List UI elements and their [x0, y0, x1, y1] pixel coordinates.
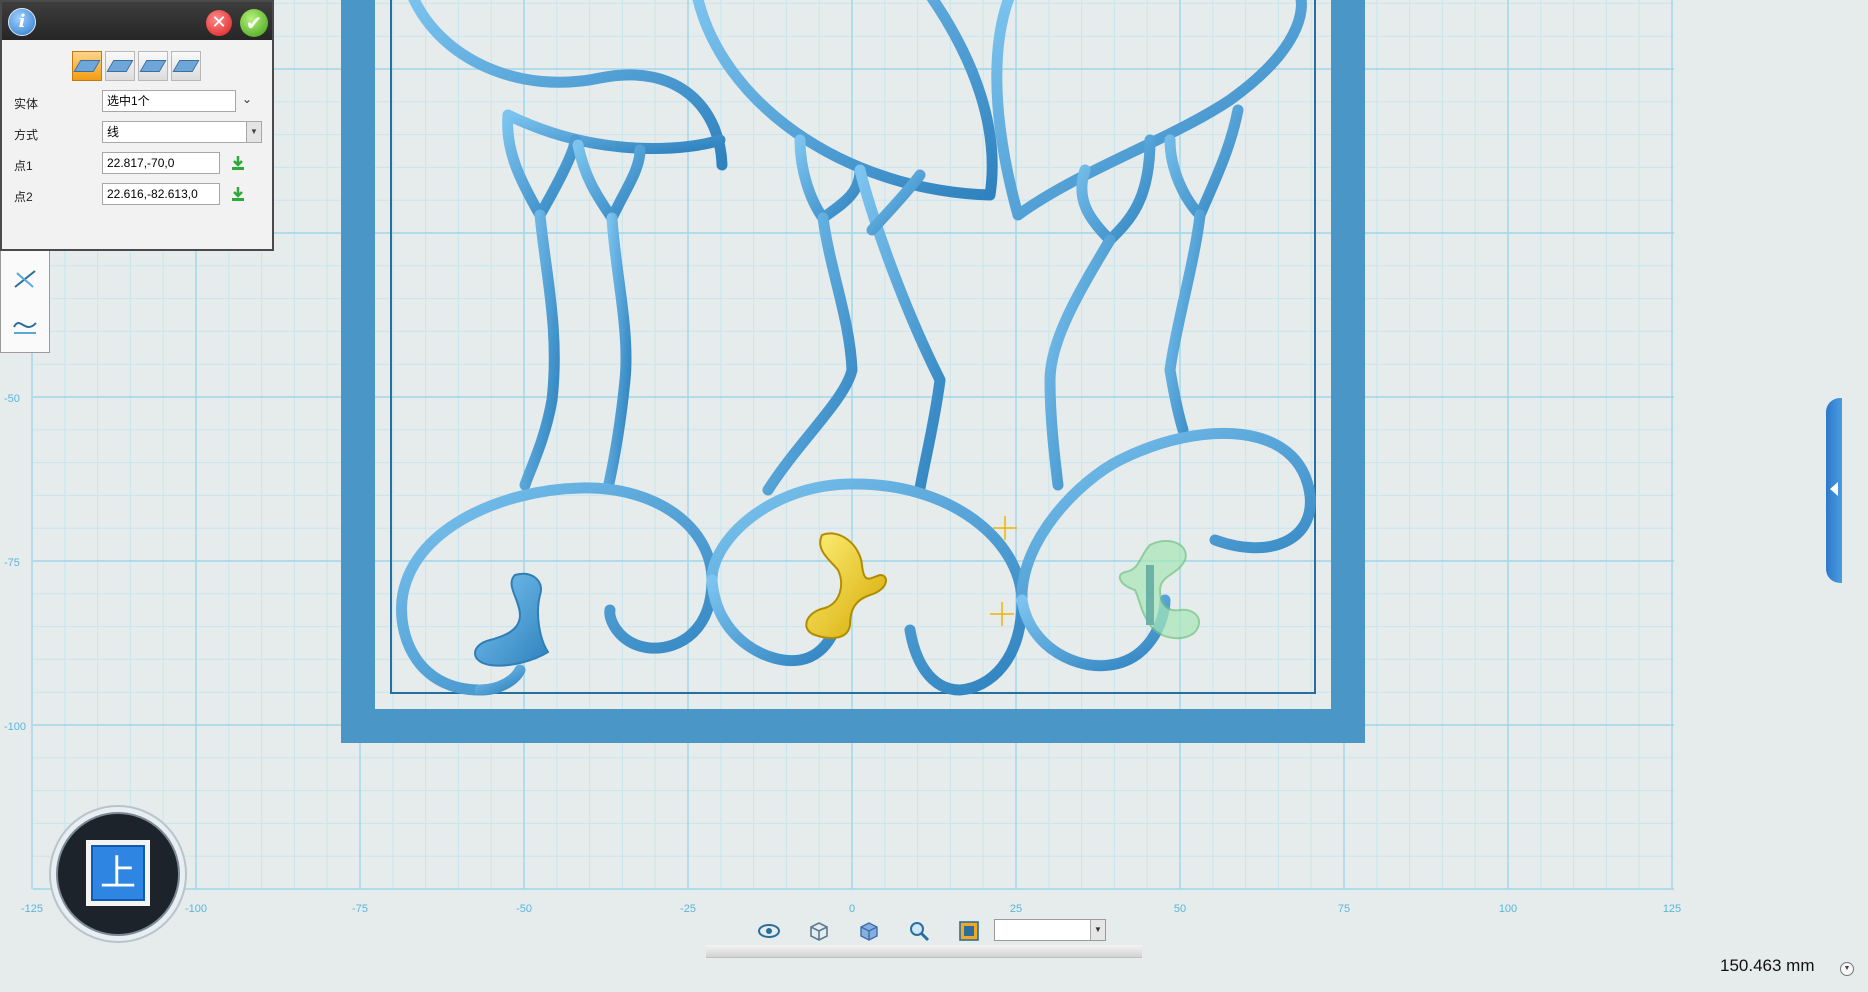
method-select[interactable]: 线 ▼	[102, 121, 262, 143]
grid-minor	[33, 0, 1674, 889]
confirm-button[interactable]: ✔	[240, 9, 268, 37]
preview-leaf-shape[interactable]	[1118, 540, 1200, 640]
point1-field[interactable]: 22.817,-70,0	[102, 152, 220, 174]
expand-chevron-icon[interactable]: ⌄	[242, 92, 252, 106]
dropdown-arrow-icon[interactable]: ▼	[246, 122, 261, 142]
fit-view-icon[interactable]	[956, 918, 982, 944]
curve-split-icon[interactable]	[11, 311, 39, 339]
model-canvas[interactable]: -125 -100 -75 -50 -25 0 25 50 75 100 125 -50 -75 -10…	[0, 0, 1868, 987]
eye-icon[interactable]	[756, 918, 782, 944]
wireframe-cube-icon[interactable]	[806, 918, 832, 944]
extrude-mode-icon	[73, 60, 101, 72]
method-label: 方式	[14, 128, 39, 142]
unit-dropdown-icon[interactable]: ▼	[1840, 962, 1854, 976]
split-mode-icon	[106, 60, 134, 72]
x-axis-labels: -125 -100 -75 -50 -25 0 25 50 75 100 125	[21, 903, 1681, 915]
leaf-shape-left[interactable]	[474, 572, 550, 667]
line-split-icon[interactable]	[11, 265, 39, 293]
x-tick-label: 125	[1663, 903, 1681, 915]
x-tick-label: -100	[185, 903, 207, 915]
cut-mode-icon	[139, 60, 167, 72]
solid-cube-icon[interactable]	[856, 918, 882, 944]
pick-point-icon[interactable]	[230, 155, 246, 171]
selected-leaf-shape[interactable]	[805, 532, 887, 639]
pick-point-icon[interactable]	[230, 186, 246, 202]
bottom-toolbar: ▼	[706, 915, 1142, 965]
method-value: 线	[107, 125, 120, 139]
right-panel-toggle[interactable]	[1826, 398, 1842, 583]
point2-label: 点2	[14, 190, 33, 204]
side-tool-strip	[0, 251, 50, 353]
entity-field[interactable]: 选中1个	[102, 90, 236, 112]
entity-row: 实体 选中1个 ⌄	[14, 90, 264, 114]
view-select[interactable]: ▼	[994, 919, 1106, 941]
panel-titlebar: i ✕ ✔	[2, 2, 272, 40]
toolbar-shelf	[706, 945, 1142, 958]
close-icon: ✕	[211, 12, 227, 33]
entity-label: 实体	[14, 97, 39, 111]
info-icon[interactable]: i	[8, 8, 36, 36]
point2-field[interactable]: 22.616,-82.613,0	[102, 183, 220, 205]
chevron-left-icon	[1830, 482, 1838, 496]
point1-label: 点1	[14, 159, 33, 173]
view-cube-label: 上	[100, 853, 136, 894]
x-tick-label: 100	[1499, 903, 1517, 915]
close-button[interactable]: ✕	[206, 10, 232, 36]
mode-toolbar	[72, 51, 201, 83]
pick-point-marker-2	[990, 602, 1014, 626]
check-icon: ✔	[245, 11, 263, 35]
y-tick-label: -50	[4, 393, 20, 405]
extrude-mode-button[interactable]	[72, 51, 102, 81]
cut-mode-button[interactable]	[138, 51, 168, 81]
x-tick-label: 25	[1010, 903, 1022, 915]
grid-major	[31, 0, 1674, 890]
x-tick-label: -75	[352, 903, 368, 915]
emboss-mode-icon	[172, 60, 200, 72]
y-tick-label: -100	[4, 721, 26, 733]
x-tick-label: 50	[1174, 903, 1186, 915]
x-tick-label: 0	[849, 903, 855, 915]
split-panel: i ✕ ✔ 实体 选中1个 ⌄ 方式 线 ▼ 点1 22.817,-70,0 点…	[0, 0, 274, 251]
method-row: 方式 线 ▼	[14, 121, 264, 145]
y-axis-labels: -50 -75 -100	[4, 393, 26, 733]
x-tick-label: -125	[21, 903, 43, 915]
measurement-readout: 150.463 mm	[1720, 956, 1815, 975]
emboss-mode-button[interactable]	[171, 51, 201, 81]
dropdown-arrow-icon[interactable]: ▼	[1090, 920, 1105, 940]
zoom-icon[interactable]	[906, 918, 932, 944]
split-mode-button[interactable]	[105, 51, 135, 81]
x-tick-label: 75	[1338, 903, 1350, 915]
3d-viewport[interactable]: -125 -100 -75 -50 -25 0 25 50 75 100 125 -50 -75 -10…	[0, 0, 1868, 987]
view-cube[interactable]: 上	[48, 804, 188, 944]
x-tick-label: -50	[516, 903, 532, 915]
point1-row: 点1 22.817,-70,0	[14, 152, 264, 176]
point2-row: 点2 22.616,-82.613,0	[14, 183, 264, 207]
y-tick-label: -75	[4, 557, 20, 569]
x-tick-label: -25	[680, 903, 696, 915]
